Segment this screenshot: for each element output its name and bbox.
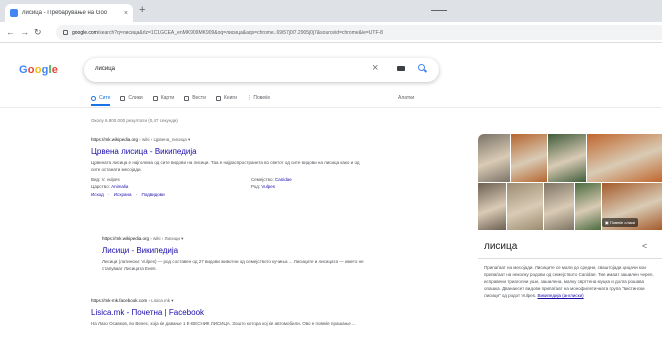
result-sitelinks: Исход · Исхрана · Подвидови [91,192,165,197]
keyboard-icon[interactable] [397,66,405,71]
forward-arrow-icon[interactable]: → [20,26,29,38]
sitelink[interactable]: Исхрана [114,192,132,197]
minimize-icon[interactable] [431,10,447,11]
result-title-link[interactable]: Црвена лисица - Википедија [91,147,371,156]
more-images-button[interactable]: ▣ Повеќе слики [602,218,638,227]
tab-all[interactable]: Сите [91,95,111,106]
fox-image[interactable] [478,183,506,230]
browser-tab[interactable]: лисица - Пребарување на Goo × [5,4,133,22]
clear-search-icon[interactable]: × [372,61,378,75]
fact-item: Род: Vulpes [251,184,275,189]
book-icon [215,95,221,101]
search-input[interactable]: лисица [95,66,115,72]
fox-image[interactable] [544,183,574,230]
new-tab-button[interactable]: + [139,5,145,16]
tab-images[interactable]: Слики [120,95,143,101]
knowledge-panel-title: лисица [484,241,518,252]
share-icon[interactable]: < [642,241,647,251]
result-title-link[interactable]: Лисици - Википедија [102,246,372,255]
browser-tab-strip: лисица - Пребарување на Goo × + [0,0,662,22]
result-snippet: Црвената лисица е најголема од сите видо… [91,160,360,172]
sitelink[interactable]: Подвидови [141,192,164,197]
google-favicon-icon [10,9,18,17]
wikipedia-link[interactable]: Википедија (англиски) [537,293,583,298]
result-stats: Околу 6.800.000 резултати (0,47 секунди) [91,118,178,123]
search-icon[interactable] [418,64,425,71]
reload-icon[interactable]: ↻ [34,26,42,38]
knowledge-panel: ▣ Повеќе слики лисица < Припаѓаат на мес… [478,134,662,356]
result-snippet: Лисици (латински: Vulpes) — род составен… [102,259,364,271]
address-bar[interactable]: google.com/search?q=лисица&rlz=1C1GCEA_e… [56,25,662,40]
tab-title: лисица - Пребарување на Goo [22,10,108,16]
result-url[interactable]: https://mk.wikipedia.org › wiki › Лисици… [102,236,372,242]
fox-image[interactable] [507,183,543,230]
back-arrow-icon[interactable]: ← [6,26,15,38]
fox-image[interactable] [575,183,601,230]
result-title-link[interactable]: Lisica.mk - Почетна | Facebook [91,308,361,317]
search-result: https://mk-mk.facebook.com › Lisica.mk ▾… [91,298,361,327]
fox-image[interactable] [478,134,510,182]
tab-books[interactable]: Книги [215,95,237,101]
result-url[interactable]: https://mk.wikipedia.org › wiki › Црвена… [91,137,371,143]
search-box[interactable]: лисица [84,58,439,82]
fact-item: Вид: V. vulpes [91,177,120,182]
knowledge-panel-description: Припаѓаат на месојади. Лисиците се мали … [484,265,654,298]
fact-item: Семејство: Canidae [251,177,292,182]
divider [0,107,662,108]
tools-button[interactable]: Алатки [398,95,414,101]
sitelink[interactable]: Исход [91,192,104,197]
search-result: https://mk.wikipedia.org › wiki › Црвена… [91,137,371,197]
divider [478,258,662,259]
url-text: google.com/search?q=лисица&rlz=1C1GCEA_e… [72,29,383,36]
tab-news[interactable]: Вести [184,95,206,101]
search-icon [91,95,96,101]
result-facts: Вид: V. vulpes Семејство: Canidae Царств… [91,176,371,190]
tab-close-icon[interactable]: × [124,10,128,17]
browser-toolbar: ← → ↻ google.com/search?q=лисица&rlz=1C1… [0,22,662,43]
news-icon [184,95,190,101]
fact-item: Царство: Animalia [91,184,129,189]
tab-maps[interactable]: Карти [152,95,174,101]
fox-image[interactable] [511,134,547,182]
lock-icon [63,30,68,35]
search-tabs: Сите Слики Карти Вести Книги ⋮ Повеќе [91,95,280,106]
google-logo[interactable]: Google [19,64,58,76]
fox-image[interactable] [587,134,662,182]
fox-image[interactable] [548,134,586,182]
map-pin-icon [152,95,158,101]
tab-more[interactable]: ⋮ Повеќе [247,95,270,101]
image-icon [120,95,126,101]
search-result-indented: https://mk.wikipedia.org › wiki › Лисици… [102,236,372,272]
result-url[interactable]: https://mk-mk.facebook.com › Lisica.mk ▾ [91,298,361,304]
knowledge-panel-images[interactable]: ▣ Повеќе слики [478,134,662,230]
result-snippet: На Лазо Осавков, во Велес, која ќе давањ… [91,321,356,326]
